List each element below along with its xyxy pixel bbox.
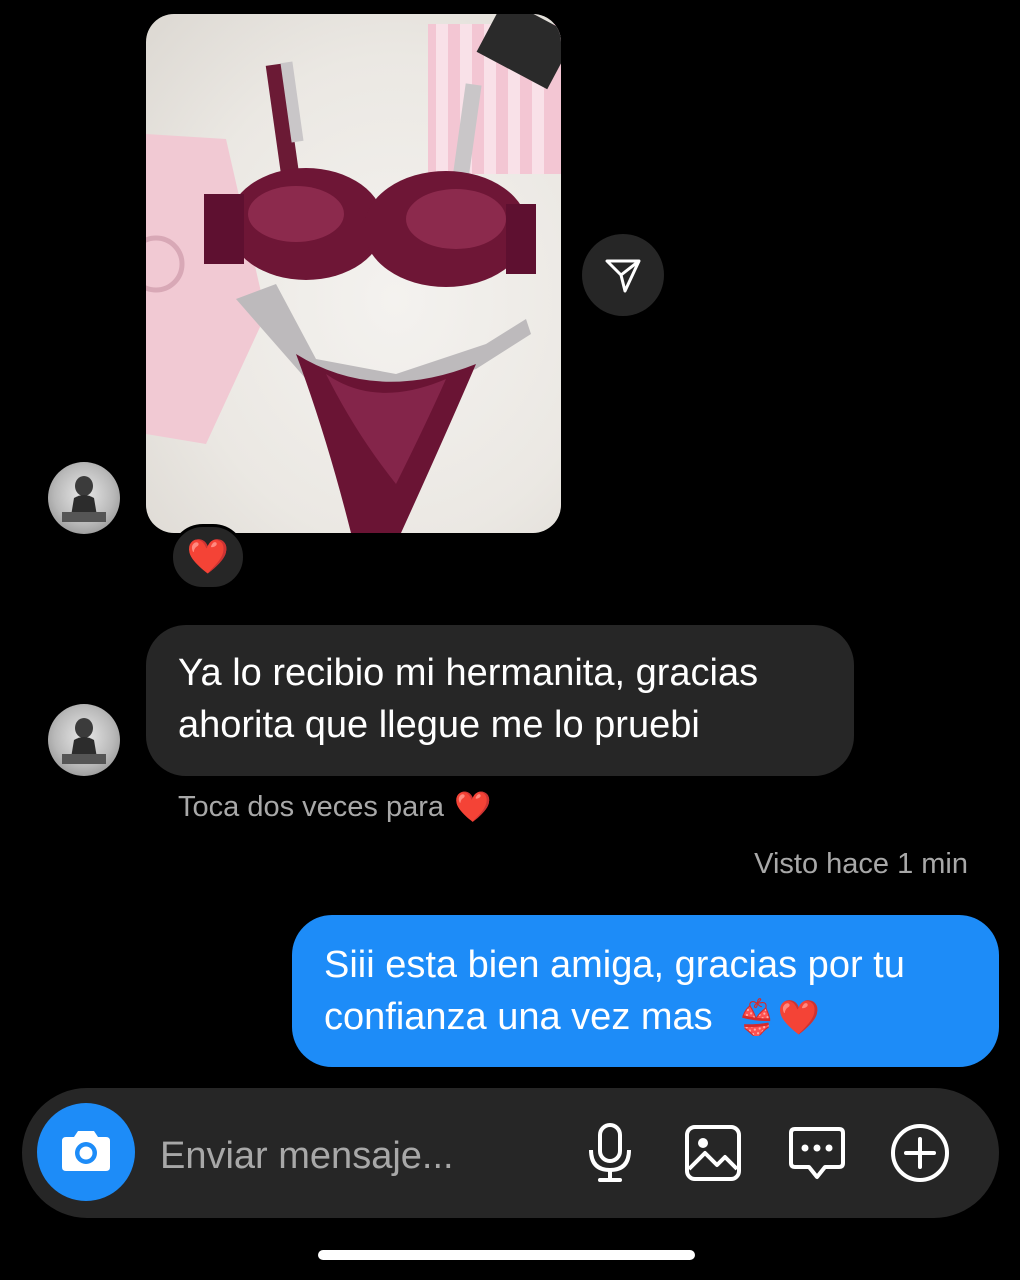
seen-status: Visto hace 1 min — [754, 848, 968, 880]
avatar-image — [62, 476, 106, 522]
message-text-line: Ya lo recibio mi hermanita, gracias — [178, 652, 759, 694]
message-reaction[interactable]: ❤️ — [170, 524, 246, 590]
message-text-line: Siii esta bien amiga, gracias por tu — [324, 944, 905, 986]
avatar-image — [62, 718, 106, 764]
contact-avatar[interactable] — [48, 462, 120, 534]
microphone-button[interactable] — [578, 1121, 642, 1185]
microphone-icon — [589, 1123, 631, 1182]
heart-reaction-emoji: ❤️ — [186, 538, 230, 576]
gallery-icon — [685, 1125, 741, 1181]
plus-icon — [891, 1124, 949, 1182]
share-button[interactable] — [582, 234, 664, 316]
sticker-icon — [789, 1127, 845, 1179]
message-input[interactable] — [158, 1128, 562, 1184]
hint-text: Toca dos veces para — [178, 791, 444, 823]
heart-icon: ❤️ — [453, 791, 492, 824]
message-emojis: 👙❤️ — [735, 999, 820, 1037]
incoming-message-bubble[interactable]: Ya lo recibio mi hermanita, gracias ahor… — [146, 625, 854, 776]
outgoing-message-bubble[interactable]: Siii esta bien amiga, gracias por tu con… — [292, 915, 999, 1067]
shared-photo[interactable] — [146, 14, 561, 533]
camera-button[interactable] — [37, 1103, 135, 1201]
contact-avatar[interactable] — [48, 704, 120, 776]
gallery-button[interactable] — [681, 1121, 745, 1185]
double-tap-hint: Toca dos veces para ❤️ — [178, 790, 491, 825]
send-icon — [605, 259, 641, 293]
more-options-button[interactable] — [888, 1121, 952, 1185]
lingerie-photo-illustration — [146, 14, 561, 533]
home-indicator[interactable] — [318, 1250, 695, 1260]
message-text: confianza una vez mas — [324, 996, 713, 1038]
message-text-line: ahorita que llegue me lo pruebi — [178, 704, 700, 746]
sticker-button[interactable] — [785, 1121, 849, 1185]
camera-icon — [62, 1131, 110, 1171]
message-text-line-with-emoji: confianza una vez mas 👙❤️ — [324, 991, 967, 1044]
